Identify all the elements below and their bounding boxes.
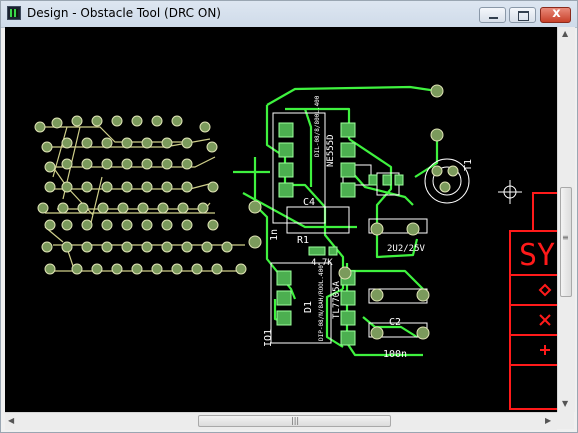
diamond-icon[interactable]: [538, 283, 552, 297]
minimize-button[interactable]: [479, 7, 506, 23]
vertical-scroll-thumb[interactable]: [560, 187, 572, 297]
window-title: Design - Obstacle Tool (DRC ON): [27, 6, 221, 20]
left-pad-grid: [34, 115, 247, 275]
scroll-up-arrow-icon[interactable]: ▲: [562, 29, 568, 38]
label-t1: T1: [463, 159, 474, 171]
symbol-panel[interactable]: [509, 192, 557, 410]
vertical-scrollbar[interactable]: ▲ ≡ ▼: [557, 27, 575, 412]
label-t1-part: 2U2/25V: [387, 244, 426, 254]
maximize-button[interactable]: [509, 7, 536, 23]
title-bar[interactable]: Design - Obstacle Tool (DRC ON) x: [1, 1, 577, 28]
label-c2-value: 100n: [383, 349, 407, 360]
scroll-right-arrow-icon[interactable]: ▶: [545, 416, 551, 425]
x-icon[interactable]: [539, 314, 551, 326]
symbol-panel-text: SY: [519, 238, 555, 273]
horizontal-thumb-grip-icon: |||: [291, 416, 300, 425]
label-c2: C2: [389, 317, 401, 328]
scrollbar-corner: [557, 412, 574, 429]
crosshair-cursor-icon: [498, 180, 522, 204]
pcb-board[interactable]: C4 R1 4.7K T1 C2 100n 1n 2U2/25V D1 IO1 …: [5, 27, 557, 412]
minimize-icon: [489, 17, 498, 19]
close-icon: x: [552, 6, 561, 21]
vertical-thumb-grip-icon: ≡: [562, 233, 569, 242]
label-c4: C4: [303, 197, 315, 208]
label-ic-bottom-package: DIP-08/N/8AH/ROOL.400: [318, 265, 325, 341]
label-ic-bottom: TL7705A: [332, 280, 342, 319]
application-window: Design - Obstacle Tool (DRC ON) x C4 R1 …: [0, 0, 578, 433]
label-c1-value: 1n: [269, 229, 280, 241]
scroll-down-arrow-icon[interactable]: ▼: [562, 399, 568, 408]
pcb-app-icon[interactable]: [7, 6, 21, 20]
label-ic-top-package: DIL-08/8/800L.400: [314, 95, 321, 157]
pcb-design-canvas[interactable]: C4 R1 4.7K T1 C2 100n 1n 2U2/25V D1 IO1 …: [5, 27, 557, 412]
close-button[interactable]: x: [540, 6, 571, 23]
maximize-icon: [518, 11, 529, 21]
label-io1: IO1: [263, 329, 274, 347]
horizontal-scrollbar[interactable]: ◀ ||| ▶: [5, 412, 557, 430]
label-r1: R1: [297, 235, 309, 246]
silkscreen-outlines: [270, 112, 470, 344]
label-d1: D1: [303, 301, 314, 313]
label-ic-top: NE555D: [326, 134, 336, 167]
plus-icon[interactable]: [540, 345, 550, 355]
scroll-left-arrow-icon[interactable]: ◀: [8, 416, 14, 425]
